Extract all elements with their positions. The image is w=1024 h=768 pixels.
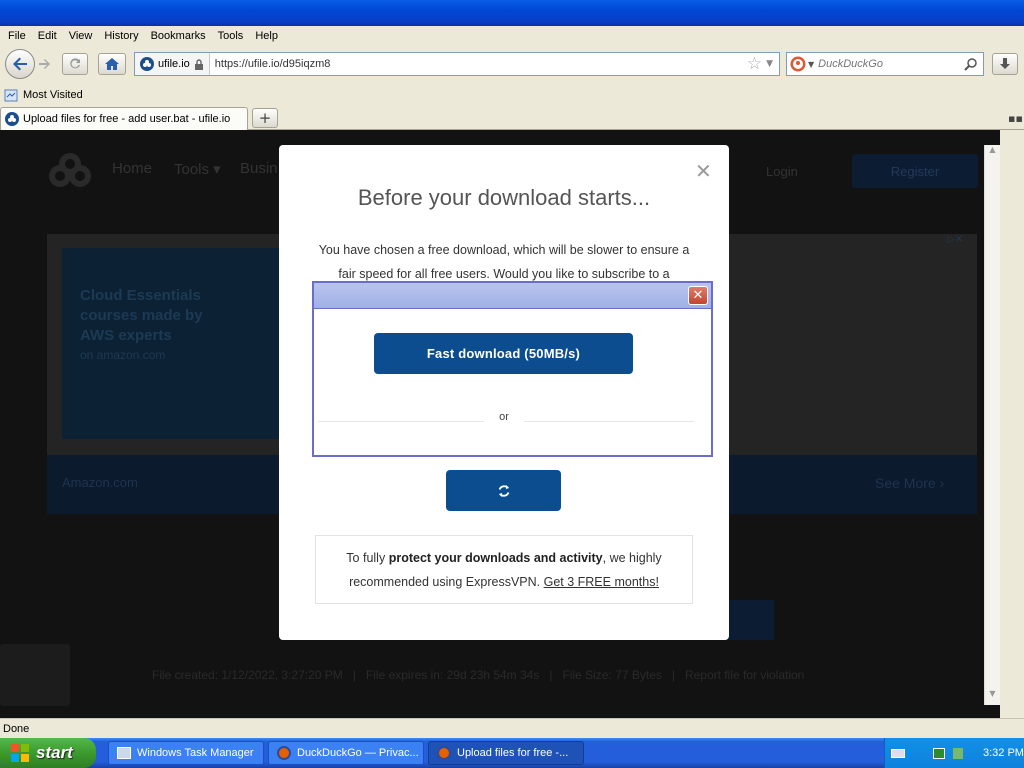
search-input[interactable] bbox=[818, 58, 959, 70]
firefox-icon bbox=[277, 746, 291, 760]
login-link[interactable]: Login bbox=[766, 164, 798, 179]
menu-tools[interactable]: Tools bbox=[212, 30, 250, 42]
home-button[interactable] bbox=[98, 53, 126, 75]
downloads-button[interactable] bbox=[992, 53, 1018, 75]
vpn-text-pre: To fully bbox=[346, 551, 389, 565]
monitor-icon[interactable] bbox=[933, 747, 945, 759]
reload-icon bbox=[70, 58, 80, 69]
plus-icon: + bbox=[258, 109, 272, 127]
site-identity[interactable]: ufile.io bbox=[135, 53, 210, 75]
nav-business[interactable]: Busin bbox=[240, 160, 278, 177]
system-tray: 3:32 PM bbox=[884, 738, 1024, 768]
popup-titlebar[interactable]: ✕ bbox=[314, 283, 711, 309]
new-tab-button[interactable]: + bbox=[252, 108, 278, 128]
task-duckduckgo[interactable]: DuckDuckGo — Privac... bbox=[268, 741, 424, 765]
vpn-offer-link[interactable]: Get 3 FREE months! bbox=[544, 575, 659, 589]
recaptcha-badge[interactable] bbox=[0, 644, 70, 706]
reload-button[interactable] bbox=[62, 53, 88, 75]
task-label: Windows Task Manager bbox=[137, 747, 254, 759]
site-favicon-icon bbox=[140, 57, 154, 71]
site-identity-label: ufile.io bbox=[158, 58, 190, 70]
menu-bookmarks[interactable]: Bookmarks bbox=[145, 30, 212, 42]
search-bar[interactable]: ▼ bbox=[786, 52, 984, 76]
download-arrow-icon bbox=[1000, 58, 1010, 69]
task-label: Upload files for free -... bbox=[457, 747, 569, 759]
ad-title: Cloud Essentials courses made by AWS exp… bbox=[80, 287, 203, 344]
menu-view[interactable]: View bbox=[63, 30, 99, 42]
task-label: DuckDuckGo — Privac... bbox=[297, 747, 419, 759]
forward-arrow-icon bbox=[39, 59, 50, 69]
url-bar[interactable]: ufile.io https://ufile.io/d95iqzm8 ☆ ▼ bbox=[134, 52, 780, 76]
or-separator: or bbox=[484, 411, 524, 423]
home-icon bbox=[105, 58, 119, 70]
file-info: File created: 1/12/2022, 3:27:20 PM | Fi… bbox=[152, 668, 805, 682]
popup-close-button[interactable]: ✕ bbox=[688, 286, 708, 305]
most-visited-folder-icon bbox=[4, 89, 18, 102]
firefox-icon bbox=[437, 746, 451, 760]
menu-edit[interactable]: Edit bbox=[32, 30, 63, 42]
menu-history[interactable]: History bbox=[98, 30, 144, 42]
bookmarks-toolbar: Most Visited bbox=[0, 84, 1024, 106]
fast-download-button[interactable]: Fast download (50MB/s) bbox=[374, 333, 633, 374]
tab-title: Upload files for free - add user.bat - u… bbox=[23, 113, 231, 125]
back-arrow-icon bbox=[13, 57, 27, 71]
tab-active[interactable]: Upload files for free - add user.bat - u… bbox=[0, 107, 248, 130]
status-bar: Done bbox=[0, 718, 1024, 738]
adchoices-icon[interactable]: ▷✕ bbox=[947, 234, 963, 245]
ufile-logo-icon[interactable] bbox=[46, 152, 94, 190]
url-text[interactable]: https://ufile.io/d95iqzm8 bbox=[210, 58, 747, 70]
start-label: start bbox=[36, 743, 73, 762]
modal-description: You have chosen a free download, which w… bbox=[318, 243, 690, 281]
search-icon[interactable] bbox=[964, 57, 978, 71]
search-engine-dropdown-icon[interactable]: ▼ bbox=[808, 60, 814, 69]
menu-help[interactable]: Help bbox=[249, 30, 284, 42]
back-button[interactable] bbox=[5, 49, 35, 79]
network-icon[interactable] bbox=[953, 747, 963, 759]
refresh-icon bbox=[498, 484, 509, 497]
window-titlebar[interactable] bbox=[0, 0, 1024, 26]
windows-logo-icon bbox=[11, 744, 29, 762]
modal-close-button[interactable]: ✕ bbox=[695, 159, 712, 184]
forward-button[interactable] bbox=[37, 56, 53, 72]
task-task-manager[interactable]: Windows Task Manager bbox=[108, 741, 264, 765]
duckduckgo-icon[interactable] bbox=[790, 56, 806, 72]
scroll-up-icon[interactable]: ▲ bbox=[985, 145, 1000, 161]
register-button[interactable]: Register bbox=[852, 154, 978, 188]
close-icon: ✕ bbox=[695, 161, 712, 183]
menubar: File Edit View History Bookmarks Tools H… bbox=[0, 26, 1024, 46]
bookmark-star-icon[interactable]: ☆ bbox=[747, 54, 762, 74]
vpn-text-bold: protect your downloads and activity bbox=[388, 551, 603, 565]
menu-file[interactable]: File bbox=[2, 30, 32, 42]
task-upload-files[interactable]: Upload files for free -... bbox=[428, 741, 584, 765]
clock[interactable]: 3:32 PM bbox=[983, 747, 1024, 759]
lock-icon bbox=[194, 58, 203, 70]
nav-home[interactable]: Home bbox=[112, 160, 152, 177]
modal-title: Before your download starts... bbox=[357, 185, 651, 210]
keyboard-icon[interactable] bbox=[891, 748, 905, 758]
vpn-notice: To fully protect your downloads and acti… bbox=[315, 535, 693, 604]
url-dropdown-icon[interactable]: ▼ bbox=[766, 59, 773, 69]
close-icon: ✕ bbox=[692, 288, 704, 303]
refresh-button[interactable] bbox=[446, 470, 561, 511]
bookmark-most-visited[interactable]: Most Visited bbox=[23, 89, 83, 101]
ad-see-more[interactable]: See More › bbox=[875, 475, 944, 491]
task-manager-icon bbox=[117, 747, 131, 759]
tab-list-icon[interactable]: ▪▪ bbox=[1008, 112, 1023, 125]
tab-favicon-icon bbox=[5, 112, 19, 126]
ad-subtitle: on amazon.com bbox=[80, 348, 166, 362]
ad-footer-source: Amazon.com bbox=[62, 475, 138, 490]
vertical-scrollbar[interactable]: ▲ ▼ bbox=[984, 145, 1000, 705]
start-button[interactable]: start bbox=[0, 738, 96, 768]
nav-tools[interactable]: Tools ▾ bbox=[174, 160, 221, 178]
download-popup: ✕ Fast download (50MB/s) or bbox=[312, 281, 713, 457]
status-text: Done bbox=[3, 722, 30, 735]
scroll-down-icon[interactable]: ▼ bbox=[985, 689, 1000, 705]
